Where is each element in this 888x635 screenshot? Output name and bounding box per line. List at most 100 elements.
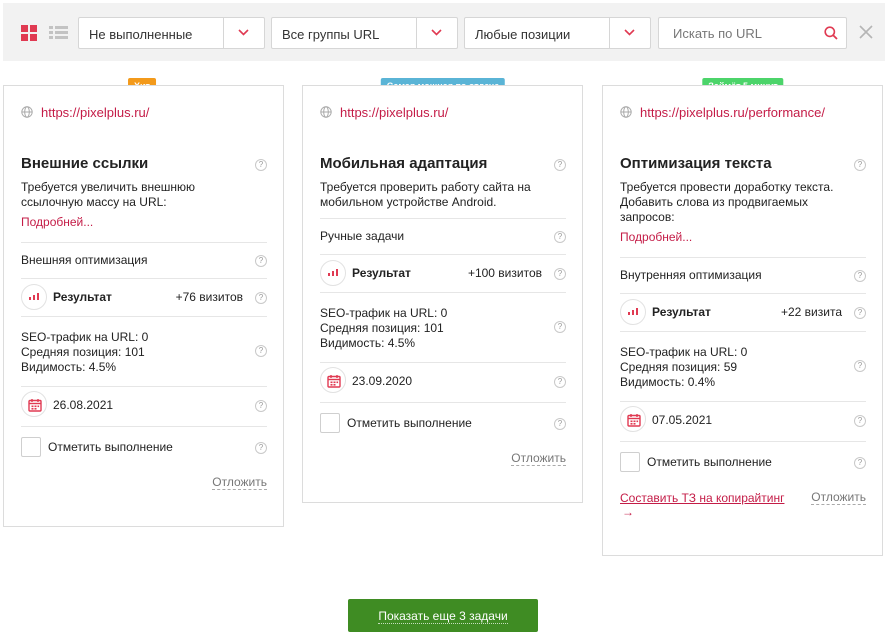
help-icon[interactable]: ? bbox=[554, 231, 566, 243]
card-url-link[interactable]: https://pixelplus.ru/performance/ bbox=[640, 105, 825, 120]
card-description: Требуется провести доработку текста. Доб… bbox=[620, 180, 834, 224]
position-filter-dropdown[interactable] bbox=[609, 18, 650, 48]
help-icon[interactable]: ? bbox=[255, 159, 267, 171]
card-title: Мобильная адаптация bbox=[320, 155, 488, 172]
divider bbox=[620, 331, 866, 332]
seo-traffic: SEO-трафик на URL: 0 bbox=[620, 345, 748, 359]
copywriting-brief-link[interactable]: Составить ТЗ на копирайтинг bbox=[620, 491, 784, 505]
chevron-down-icon bbox=[624, 29, 635, 36]
url-group-filter-value: Все группы URL bbox=[282, 27, 380, 42]
result-label: Результат bbox=[652, 305, 711, 319]
card-url-link[interactable]: https://pixelplus.ru/ bbox=[340, 105, 448, 120]
divider bbox=[21, 386, 267, 387]
search-icon[interactable] bbox=[824, 26, 838, 40]
task-card: https://pixelplus.ru/ Внешние ссылки ? Т… bbox=[3, 85, 284, 527]
status-filter-select[interactable]: Не выполненные bbox=[78, 17, 265, 49]
postpone-link[interactable]: Отложить bbox=[811, 491, 866, 505]
help-icon[interactable]: ? bbox=[854, 415, 866, 427]
task-date: 26.08.2021 bbox=[53, 398, 114, 412]
divider bbox=[620, 401, 866, 402]
help-icon[interactable]: ? bbox=[854, 457, 866, 469]
divider bbox=[21, 426, 267, 427]
list-view-icon[interactable] bbox=[49, 26, 69, 40]
position-filter-select[interactable]: Любые позиции bbox=[464, 17, 651, 49]
position-filter-value: Любые позиции bbox=[475, 27, 571, 42]
mark-done-checkbox[interactable] bbox=[620, 452, 640, 472]
task-card: https://pixelplus.ru/ Мобильная адаптаци… bbox=[302, 85, 583, 503]
result-value: +100 визитов bbox=[467, 266, 542, 280]
card-title: Внешние ссылки bbox=[21, 155, 149, 172]
card-title: Оптимизация текста bbox=[620, 155, 772, 172]
globe-icon bbox=[21, 106, 33, 118]
mark-done-label: Отметить выполнение bbox=[647, 455, 772, 469]
visibility: Видимость: 4.5% bbox=[21, 360, 117, 374]
average-position: Средняя позиция: 101 bbox=[320, 321, 444, 335]
divider bbox=[620, 293, 866, 294]
card-more-link[interactable]: Подробней... bbox=[21, 215, 93, 229]
card-more-link[interactable]: Подробней... bbox=[620, 230, 692, 244]
seo-stats: SEO-трафик на URL: 0 Средняя позиция: 10… bbox=[320, 306, 447, 351]
mark-done-checkbox[interactable] bbox=[21, 437, 41, 457]
divider bbox=[320, 292, 566, 293]
arrow-right-icon[interactable]: → bbox=[622, 505, 634, 519]
help-icon[interactable]: ? bbox=[255, 292, 267, 304]
url-group-filter-dropdown[interactable] bbox=[416, 18, 457, 48]
mark-done-label: Отметить выполнение bbox=[347, 416, 472, 430]
globe-icon bbox=[620, 106, 632, 118]
result-label: Результат bbox=[352, 266, 411, 280]
help-icon[interactable]: ? bbox=[255, 345, 267, 357]
divider bbox=[320, 218, 566, 219]
divider bbox=[620, 441, 866, 442]
close-icon[interactable] bbox=[859, 25, 873, 39]
help-icon[interactable]: ? bbox=[854, 307, 866, 319]
task-date: 23.09.2020 bbox=[352, 374, 413, 388]
visibility: Видимость: 0.4% bbox=[620, 375, 716, 389]
calendar-icon bbox=[620, 406, 646, 432]
chevron-down-icon bbox=[431, 29, 442, 36]
divider bbox=[21, 242, 267, 243]
calendar-icon bbox=[320, 367, 346, 393]
globe-icon bbox=[320, 106, 332, 118]
card-description: Требуется увеличить внешнюю ссылочную ма… bbox=[21, 180, 195, 209]
divider bbox=[21, 278, 267, 279]
seo-traffic: SEO-трафик на URL: 0 bbox=[320, 306, 448, 320]
show-more-tasks-label: Показать еще 3 задачи bbox=[378, 608, 508, 624]
result-label: Результат bbox=[53, 290, 112, 304]
help-icon[interactable]: ? bbox=[554, 376, 566, 388]
card-url-link[interactable]: https://pixelplus.ru/ bbox=[41, 105, 149, 120]
postpone-link[interactable]: Отложить bbox=[511, 452, 566, 466]
help-icon[interactable]: ? bbox=[255, 442, 267, 454]
help-icon[interactable]: ? bbox=[554, 321, 566, 333]
seo-traffic: SEO-трафик на URL: 0 bbox=[21, 330, 149, 344]
filter-toolbar: Не выполненные Все группы URL Любые пози… bbox=[3, 3, 885, 61]
help-icon[interactable]: ? bbox=[554, 159, 566, 171]
url-search-input[interactable] bbox=[659, 18, 819, 48]
result-value: +76 визитов bbox=[175, 290, 243, 304]
help-icon[interactable]: ? bbox=[854, 159, 866, 171]
task-card: https://pixelplus.ru/performance/ Оптими… bbox=[602, 85, 883, 556]
seo-stats: SEO-трафик на URL: 0 Средняя позиция: 59… bbox=[620, 345, 747, 390]
card-section-label: Внутренняя оптимизация bbox=[620, 268, 762, 282]
seo-stats: SEO-трафик на URL: 0 Средняя позиция: 10… bbox=[21, 330, 148, 375]
help-icon[interactable]: ? bbox=[854, 360, 866, 372]
help-icon[interactable]: ? bbox=[854, 270, 866, 282]
url-group-filter-select[interactable]: Все группы URL bbox=[271, 17, 458, 49]
help-icon[interactable]: ? bbox=[554, 268, 566, 280]
show-more-tasks-button[interactable]: Показать еще 3 задачи bbox=[348, 599, 538, 632]
card-section-label: Ручные задачи bbox=[320, 229, 405, 243]
task-date: 07.05.2021 bbox=[652, 413, 713, 427]
divider bbox=[21, 316, 267, 317]
average-position: Средняя позиция: 101 bbox=[21, 345, 145, 359]
grid-view-icon[interactable] bbox=[21, 25, 37, 41]
help-icon[interactable]: ? bbox=[255, 400, 267, 412]
help-icon[interactable]: ? bbox=[554, 418, 566, 430]
card-description: Требуется проверить работу сайта на моби… bbox=[320, 180, 531, 209]
postpone-link[interactable]: Отложить bbox=[212, 476, 267, 490]
divider bbox=[320, 402, 566, 403]
mark-done-checkbox[interactable] bbox=[320, 413, 340, 433]
status-filter-dropdown[interactable] bbox=[223, 18, 264, 48]
status-filter-value: Не выполненные bbox=[89, 27, 193, 42]
visibility: Видимость: 4.5% bbox=[320, 336, 416, 350]
help-icon[interactable]: ? bbox=[255, 255, 267, 267]
divider bbox=[620, 257, 866, 258]
